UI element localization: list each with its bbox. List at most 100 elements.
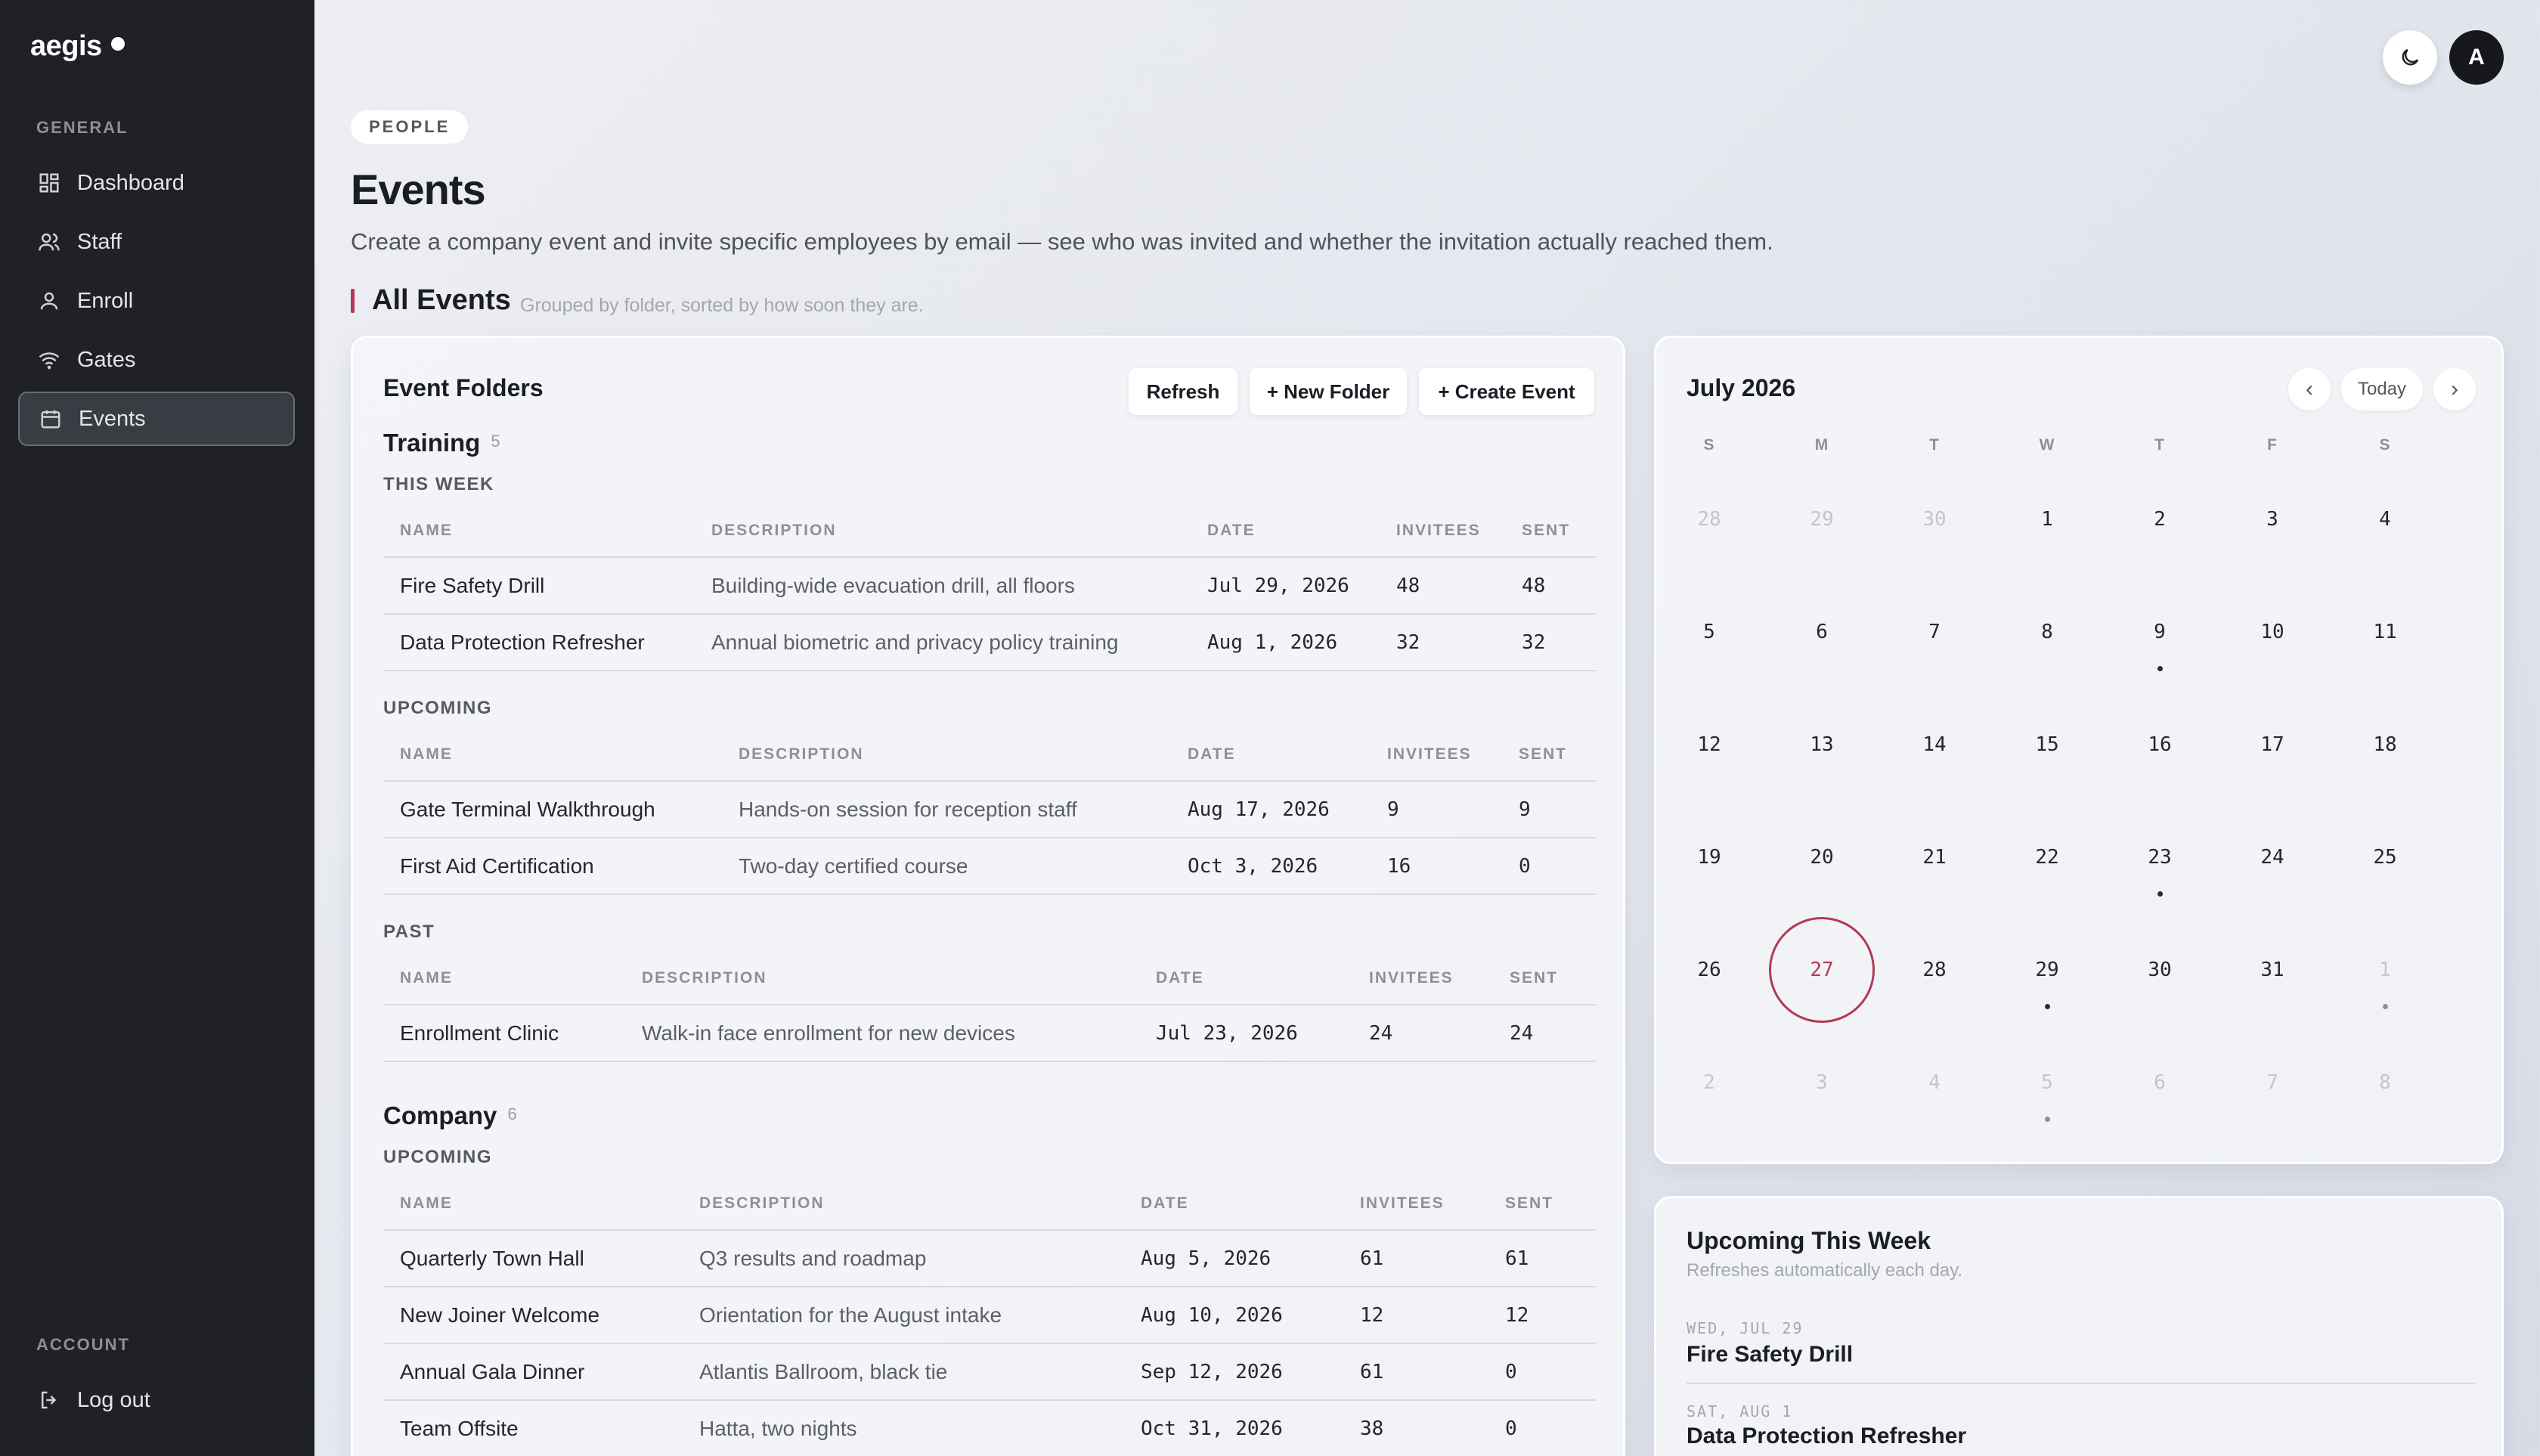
folder-name-training[interactable]: Training 5 xyxy=(383,429,500,457)
calendar-day[interactable]: 2 xyxy=(1656,1030,1762,1135)
cell-invitees: 61 xyxy=(1343,1343,1488,1401)
calendar-day[interactable]: 7 xyxy=(1882,579,1987,685)
table-row[interactable]: Annual Gala Dinner Atlantis Ballroom, bl… xyxy=(383,1343,1596,1401)
sidebar-item-dashboard[interactable]: Dashboard xyxy=(18,156,295,210)
prev-month-button[interactable]: ‹ xyxy=(2288,368,2331,410)
col-header-sent[interactable]: SENT xyxy=(1505,504,1596,558)
calendar-day[interactable]: 8 xyxy=(1994,579,2100,685)
cell-date: Sep 12, 2026 xyxy=(1124,1343,1343,1401)
col-header-date[interactable]: DATE xyxy=(1191,504,1380,558)
calendar-day[interactable]: 17 xyxy=(2219,692,2325,798)
table-row[interactable]: Gate Terminal Walkthrough Hands-on sessi… xyxy=(383,781,1596,838)
calendar-day-today[interactable]: 27 xyxy=(1769,917,1875,1023)
table-row[interactable]: Enrollment Clinic Walk-in face enrollmen… xyxy=(383,1005,1596,1062)
calendar-day[interactable]: 16 xyxy=(2107,692,2213,798)
calendar-day[interactable]: 8 xyxy=(2332,1030,2438,1135)
today-button[interactable]: Today xyxy=(2341,368,2423,410)
col-header-description[interactable]: DESCRIPTION xyxy=(683,1177,1124,1231)
sidebar-item-gates[interactable]: Gates xyxy=(18,333,295,387)
new-folder-button[interactable]: + New Folder xyxy=(1250,368,1407,415)
upcoming-item-name[interactable]: Fire Safety Drill xyxy=(1687,1342,1853,1368)
refresh-button[interactable]: Refresh xyxy=(1129,368,1237,415)
calendar-day[interactable]: 11 xyxy=(2332,579,2438,685)
calendar-day[interactable]: 13 xyxy=(1769,692,1875,798)
col-header-invitees[interactable]: INVITEES xyxy=(1380,504,1505,558)
calendar-day[interactable]: 28 xyxy=(1882,917,1987,1023)
calendar-day[interactable]: 3 xyxy=(1769,1030,1875,1135)
calendar-day[interactable]: 7 xyxy=(2219,1030,2325,1135)
calendar-day[interactable]: 10 xyxy=(2219,579,2325,685)
col-header-name[interactable]: NAME xyxy=(383,504,695,558)
table-row[interactable]: First Aid Certification Two-day certifie… xyxy=(383,838,1596,895)
calendar-day[interactable]: 29 xyxy=(1769,466,1875,572)
next-month-button[interactable]: › xyxy=(2433,368,2476,410)
calendar-day[interactable]: 1 xyxy=(1994,466,2100,572)
col-header-date[interactable]: DATE xyxy=(1171,728,1371,782)
calendar-day[interactable]: 31 xyxy=(2219,917,2325,1023)
calendar-day[interactable]: 14 xyxy=(1882,692,1987,798)
table-row[interactable]: Data Protection Refresher Annual biometr… xyxy=(383,614,1596,671)
calendar-day[interactable]: 20 xyxy=(1769,804,1875,910)
brand-dot-icon xyxy=(110,36,125,51)
col-header-sent[interactable]: SENT xyxy=(1493,952,1596,1005)
calendar-day[interactable]: 29 xyxy=(1994,917,2100,1023)
col-header-sent[interactable]: SENT xyxy=(1488,1177,1596,1231)
calendar-day-number: 31 xyxy=(2260,959,2284,981)
calendar-day[interactable]: 3 xyxy=(2219,466,2325,572)
folder-name-company[interactable]: Company 6 xyxy=(383,1101,517,1130)
calendar-day[interactable]: 23 xyxy=(2107,804,2213,910)
calendar-day[interactable]: 4 xyxy=(2332,466,2438,572)
col-header-description[interactable]: DESCRIPTION xyxy=(695,504,1191,558)
calendar-day[interactable]: 6 xyxy=(1769,579,1875,685)
col-header-invitees[interactable]: INVITEES xyxy=(1352,952,1493,1005)
event-indicator-dot xyxy=(2382,1004,2388,1009)
col-header-description[interactable]: DESCRIPTION xyxy=(625,952,1139,1005)
calendar-day[interactable]: 30 xyxy=(2107,917,2213,1023)
calendar-day[interactable]: 25 xyxy=(2332,804,2438,910)
col-header-name[interactable]: NAME xyxy=(383,952,625,1005)
calendar-day[interactable]: 9 xyxy=(2107,579,2213,685)
calendar-day[interactable]: 1 xyxy=(2332,917,2438,1023)
create-event-button[interactable]: + Create Event xyxy=(1419,368,1594,415)
col-header-invitees[interactable]: INVITEES xyxy=(1343,1177,1488,1231)
calendar-day[interactable]: 30 xyxy=(1882,466,1987,572)
table-row[interactable]: Fire Safety Drill Building-wide evacuati… xyxy=(383,557,1596,615)
sidebar-item-enroll[interactable]: Enroll xyxy=(18,274,295,328)
calendar-day[interactable]: 24 xyxy=(2219,804,2325,910)
brand-logo[interactable]: aegis xyxy=(30,30,125,63)
sidebar-item-events[interactable]: Events xyxy=(18,392,295,446)
col-header-invitees[interactable]: INVITEES xyxy=(1371,728,1502,782)
calendar-day[interactable]: 18 xyxy=(2332,692,2438,798)
cell-name: New Joiner Welcome xyxy=(383,1287,683,1344)
col-header-description[interactable]: DESCRIPTION xyxy=(722,728,1171,782)
col-header-date[interactable]: DATE xyxy=(1139,952,1352,1005)
calendar-day[interactable]: 12 xyxy=(1656,692,1762,798)
calendar-day-number: 26 xyxy=(1697,959,1721,981)
col-header-date[interactable]: DATE xyxy=(1124,1177,1343,1231)
calendar-day-number: 11 xyxy=(2373,621,2397,643)
cell-name: Team Offsite xyxy=(383,1400,683,1456)
calendar-day[interactable]: 19 xyxy=(1656,804,1762,910)
table-row[interactable]: New Joiner Welcome Orientation for the A… xyxy=(383,1287,1596,1344)
calendar-day[interactable]: 21 xyxy=(1882,804,1987,910)
sidebar-item-staff[interactable]: Staff xyxy=(18,215,295,269)
calendar-day[interactable]: 5 xyxy=(1656,579,1762,685)
calendar-day[interactable]: 5 xyxy=(1994,1030,2100,1135)
theme-toggle-button[interactable] xyxy=(2383,30,2437,85)
calendar-day[interactable]: 22 xyxy=(1994,804,2100,910)
calendar-day[interactable]: 15 xyxy=(1994,692,2100,798)
calendar-day[interactable]: 4 xyxy=(1882,1030,1987,1135)
col-header-name[interactable]: NAME xyxy=(383,1177,683,1231)
table-header-row: NAME DESCRIPTION DATE INVITEES SENT xyxy=(383,504,1596,558)
upcoming-item-name[interactable]: Data Protection Refresher xyxy=(1687,1423,1966,1449)
table-row[interactable]: Quarterly Town Hall Q3 results and roadm… xyxy=(383,1230,1596,1287)
calendar-day[interactable]: 26 xyxy=(1656,917,1762,1023)
logout-button[interactable]: Log out xyxy=(18,1373,295,1427)
table-row[interactable]: Team Offsite Hatta, two nights Oct 31, 2… xyxy=(383,1400,1596,1456)
col-header-name[interactable]: NAME xyxy=(383,728,722,782)
avatar[interactable]: A xyxy=(2449,30,2504,85)
calendar-day[interactable]: 6 xyxy=(2107,1030,2213,1135)
calendar-day[interactable]: 2 xyxy=(2107,466,2213,572)
calendar-day[interactable]: 28 xyxy=(1656,466,1762,572)
col-header-sent[interactable]: SENT xyxy=(1502,728,1596,782)
